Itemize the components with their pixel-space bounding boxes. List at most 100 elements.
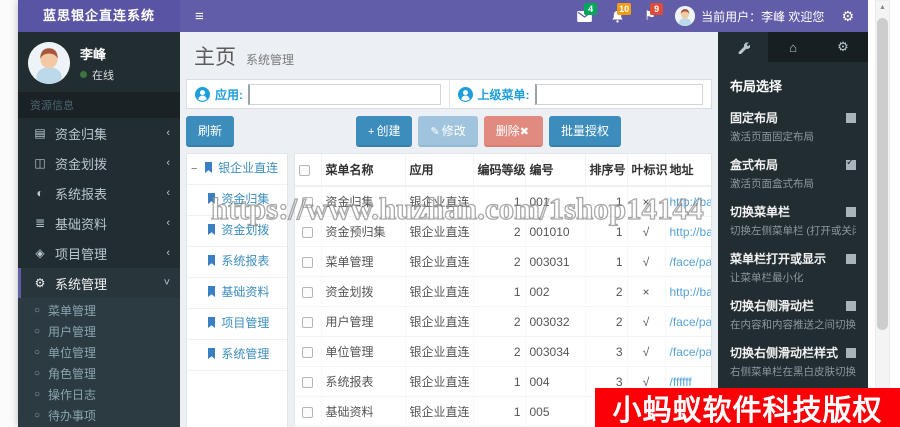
cell-app: 银企业直连 — [405, 396, 474, 427]
user-menu[interactable]: 当前用户：李峰 欢迎您 — [675, 6, 824, 26]
create-button[interactable]: + 创建 — [356, 116, 413, 147]
submenu-item[interactable]: ○ 待办事项 — [18, 405, 180, 426]
col-level[interactable]: 编码等级 — [473, 154, 526, 187]
table-row[interactable]: 资金划拨 银企业直连 1 002 2 × http://baid — [295, 276, 711, 307]
option-checkbox[interactable] — [846, 347, 856, 358]
app-window: 蓝思银企直连系统 ≡ 4 10 ⚑ 9 当前用户：李峰 欢迎您 ⚙ 李峰 在线 … — [18, 0, 868, 427]
cell-menu-name: 菜单管理 — [321, 246, 406, 277]
option-checkbox[interactable] — [846, 253, 856, 264]
cell-url-link[interactable]: http://baid — [665, 276, 711, 307]
submenu-item[interactable]: ○ 单位管理 — [18, 342, 180, 363]
table-row[interactable]: 资金预归集 银企业直连 2 001010 1 √ http://baid — [295, 216, 711, 247]
table-row[interactable]: 用户管理 银企业直连 2 003032 2 √ /face/page — [295, 306, 711, 337]
col-sort[interactable]: 排序号 — [585, 154, 628, 187]
submenu-item[interactable]: ○ 角色管理 — [18, 363, 180, 384]
app-filter-input[interactable] — [248, 83, 441, 105]
circle-icon: ○ — [34, 326, 41, 337]
cell-app: 银企业直连 — [405, 186, 474, 217]
row-checkbox[interactable] — [302, 256, 314, 268]
col-code[interactable]: 编号 — [525, 154, 586, 187]
cell-url-link[interactable]: http://baid — [665, 186, 711, 217]
bookmark-icon — [207, 285, 216, 302]
parent-menu-filter-input[interactable] — [534, 83, 703, 105]
table-row[interactable]: 单位管理 银企业直连 2 003034 3 √ /face/page — [295, 336, 711, 367]
tab-settings[interactable]: ⚙ — [818, 32, 868, 62]
cell-sort: 1 — [585, 246, 628, 277]
table-row[interactable]: 资金归集 银企业直连 1 001 1 × http://baid — [295, 186, 711, 217]
sidebar-menu-item[interactable]: ≣ 基础资料 ‹ — [18, 208, 180, 238]
cell-menu-name: 系统报表 — [321, 366, 406, 397]
collapse-toggle-icon[interactable]: − — [191, 164, 197, 175]
row-checkbox[interactable] — [302, 316, 314, 328]
submenu-item[interactable]: ○ 操作日志 — [18, 384, 180, 405]
cell-leaf-flag: × — [627, 276, 666, 307]
row-checkbox[interactable] — [302, 226, 314, 238]
cell-url-link[interactable]: /face/page — [665, 246, 711, 277]
row-checkbox[interactable] — [302, 286, 314, 298]
sidebar-toggle-icon[interactable]: ≡ — [180, 8, 219, 25]
user-status[interactable]: 在线 — [80, 67, 114, 83]
tree-node[interactable]: − 银企业直连 — [187, 154, 287, 185]
tree-node[interactable]: 系统管理 — [187, 340, 287, 371]
gears-icon[interactable]: ⚙ — [841, 8, 854, 25]
submenu-item[interactable]: ○ 菜单管理 — [18, 300, 180, 321]
scroll-up-arrow-icon[interactable]: ▲ — [876, 1, 889, 14]
col-leaf[interactable]: 叶标识 — [627, 154, 668, 187]
tree-node[interactable]: 项目管理 — [187, 309, 287, 340]
sidebar-menu-item[interactable]: ◫ 资金划拨 ‹ — [18, 148, 180, 178]
row-checkbox[interactable] — [302, 196, 314, 208]
refresh-button[interactable]: 刷新 — [186, 116, 235, 147]
delete-button[interactable]: 删除✖ — [483, 116, 543, 147]
col-url[interactable]: 地址 — [665, 154, 711, 187]
scrollbar-thumb[interactable] — [877, 18, 888, 330]
row-checkbox[interactable] — [302, 346, 314, 358]
x-icon: ✖ — [519, 126, 529, 138]
row-checkbox[interactable] — [302, 406, 314, 418]
edit-button[interactable]: ✎ 修改 — [418, 116, 478, 147]
cell-level: 1 — [473, 186, 526, 217]
option-checkbox[interactable] — [846, 112, 856, 123]
submenu-item-label: 用户管理 — [48, 325, 97, 339]
tree-node-label: 资金划拨 — [221, 223, 270, 237]
batch-authorize-button[interactable]: 批量授权 — [548, 116, 621, 147]
cell-code: 003034 — [525, 336, 586, 367]
sidebar-menu-item[interactable]: ◐ 系统报表 ‹ — [18, 178, 180, 208]
cell-url-link[interactable]: http://baid — [665, 216, 711, 247]
cell-menu-name: 资金预归集 — [321, 216, 406, 247]
tab-layout-settings[interactable] — [718, 32, 768, 62]
sidebar-menu-item[interactable]: ◈ 项目管理 ‹ — [18, 238, 180, 268]
gears-icon: ⚙ — [837, 39, 849, 54]
wrench-icon — [738, 41, 750, 54]
top-header: 蓝思银企直连系统 ≡ 4 10 ⚑ 9 当前用户：李峰 欢迎您 ⚙ — [18, 0, 868, 32]
table-row[interactable]: 菜单管理 银企业直连 2 003031 1 √ /face/page — [295, 246, 711, 277]
control-sidebar: ⌂ ⚙ 布局选择 固定布局 激活页面固定布局 盒式布局 ✓ 激活页面盒式布局 切… — [718, 32, 868, 427]
tree-node[interactable]: 资金划拨 — [187, 216, 287, 247]
cell-url-link[interactable]: /face/page — [665, 336, 711, 367]
row-checkbox[interactable] — [302, 376, 314, 388]
chevron-icon: ‹ — [166, 187, 170, 199]
submenu-item[interactable]: ○ 用户管理 — [18, 321, 180, 342]
tree-node[interactable]: 基础资料 — [187, 278, 287, 309]
tasks-menu[interactable]: ⚑ 9 — [642, 3, 664, 23]
cell-url-link[interactable]: /face/page — [665, 306, 711, 337]
sidebar-menu-item[interactable]: ⚙ 系统管理 ˅ — [18, 268, 180, 298]
tab-home[interactable]: ⌂ — [768, 32, 818, 62]
messages-menu[interactable]: 4 — [576, 3, 598, 23]
notifications-menu[interactable]: 10 — [609, 3, 632, 23]
col-menu-name[interactable]: 菜单名称 — [321, 154, 406, 187]
option-checkbox[interactable] — [846, 157, 856, 170]
option-description: 激活页面盒式布局 — [730, 178, 814, 190]
home-icon: ⌂ — [789, 39, 797, 55]
option-checkbox[interactable] — [846, 300, 856, 311]
online-dot-icon — [80, 71, 87, 78]
option-checkbox[interactable] — [846, 206, 856, 217]
breadcrumb[interactable]: 系统管理 — [246, 51, 294, 68]
tree-node[interactable]: 资金归集 — [187, 185, 287, 216]
sidebar-menu-item[interactable]: ▤ 资金归集 ‹ — [18, 118, 180, 148]
page-scrollbar[interactable]: ▲ — [875, 0, 890, 427]
select-all-checkbox[interactable] — [299, 164, 310, 176]
tree-node[interactable]: 系统报表 — [187, 247, 287, 278]
col-app[interactable]: 应用 — [405, 154, 474, 187]
menu-tree: − 银企业直连 资金归集 资金划拨 系统报表 基础资料 项目管理 系统管理 — [186, 153, 288, 427]
screen: 蓝思银企直连系统 ≡ 4 10 ⚑ 9 当前用户：李峰 欢迎您 ⚙ 李峰 在线 … — [0, 0, 900, 427]
